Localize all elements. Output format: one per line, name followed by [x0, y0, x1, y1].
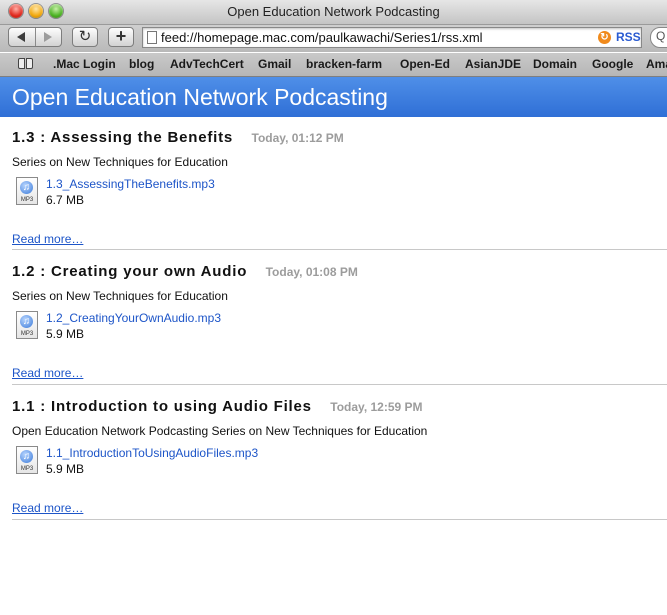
- book-icon[interactable]: [18, 58, 34, 70]
- article-date: Today, 01:08 PM: [265, 265, 358, 279]
- feed-title: Open Education Network Podcasting: [12, 84, 388, 110]
- bookmark-item[interactable]: .Mac Login: [53, 57, 116, 71]
- article-description: Series on New Techniques for Education: [12, 289, 228, 303]
- enclosure: ♫ MP3 1.3_AssessingTheBenefits.mp3 6.7 MB: [16, 177, 416, 211]
- article-title[interactable]: 1.1 : Introduction to using Audio Files: [12, 398, 312, 415]
- add-bookmark-button[interactable]: +: [108, 27, 134, 47]
- plus-icon: +: [115, 26, 127, 46]
- enclosure: ♫ MP3 1.1_IntroductionToUsingAudioFiles.m…: [16, 446, 416, 480]
- reload-icon: ↻: [78, 28, 92, 45]
- mp3-file-icon[interactable]: ♫ MP3: [16, 311, 38, 339]
- browser-toolbar: ↻ + feed://homepage.mac.com/paulkawachi/…: [0, 25, 667, 52]
- feed-article: 1.1 : Introduction to using Audio Files …: [12, 398, 667, 518]
- address-text: feed://homepage.mac.com/paulkawachi/Seri…: [161, 30, 483, 45]
- page-icon: [147, 31, 157, 44]
- mp3-file-icon[interactable]: ♫ MP3: [16, 177, 38, 205]
- address-field[interactable]: feed://homepage.mac.com/paulkawachi/Seri…: [142, 27, 642, 48]
- bookmark-item[interactable]: Gmail: [258, 57, 291, 71]
- enclosure-link[interactable]: 1.2_CreatingYourOwnAudio.mp3: [46, 311, 221, 325]
- article-divider: [12, 249, 667, 250]
- window-titlebar: Open Education Network Podcasting: [0, 0, 667, 25]
- divider: [35, 28, 36, 46]
- read-more-link[interactable]: Read more…: [12, 501, 83, 515]
- article-description: Series on New Techniques for Education: [12, 155, 228, 169]
- window-title: Open Education Network Podcasting: [227, 4, 440, 19]
- reload-button[interactable]: ↻: [72, 27, 98, 47]
- bookmark-item[interactable]: Ama: [646, 57, 667, 71]
- article-date: Today, 01:12 PM: [251, 131, 344, 145]
- enclosure-link[interactable]: 1.1_IntroductionToUsingAudioFiles.mp3: [46, 446, 258, 460]
- bookmark-item[interactable]: AdvTechCert: [170, 57, 244, 71]
- article-date: Today, 12:59 PM: [330, 400, 423, 414]
- enclosure-link[interactable]: 1.3_AssessingTheBenefits.mp3: [46, 177, 215, 191]
- read-more-link[interactable]: Read more…: [12, 232, 83, 246]
- enclosure: ♫ MP3 1.2_CreatingYourOwnAudio.mp3 5.9 MB: [16, 311, 416, 345]
- bookmark-item[interactable]: Open-Ed: [400, 57, 450, 71]
- forward-arrow-icon[interactable]: [44, 32, 52, 42]
- refresh-rss-icon[interactable]: ↻: [598, 31, 611, 44]
- bookmark-item[interactable]: Google: [592, 57, 633, 71]
- feed-article: 1.2 : Creating your own Audio Today, 01:…: [12, 263, 667, 383]
- back-forward-buttons: [8, 27, 62, 47]
- bookmark-item[interactable]: bracken-farm: [306, 57, 382, 71]
- feed-banner: Open Education Network Podcasting: [0, 77, 667, 117]
- feed-content: 1.3 : Assessing the Benefits Today, 01:1…: [0, 118, 667, 615]
- feed-article: 1.3 : Assessing the Benefits Today, 01:1…: [12, 129, 667, 249]
- enclosure-size: 5.9 MB: [46, 327, 85, 341]
- article-divider: [12, 519, 667, 520]
- bookmark-item[interactable]: Domain: [533, 57, 577, 71]
- enclosure-size: 6.7 MB: [46, 193, 85, 207]
- rss-button[interactable]: RSS: [616, 30, 641, 44]
- search-field[interactable]: Q: [650, 27, 667, 48]
- mp3-file-icon[interactable]: ♫ MP3: [16, 446, 38, 474]
- article-description: Open Education Network Podcasting Series…: [12, 424, 428, 438]
- back-arrow-icon[interactable]: [17, 32, 25, 42]
- bookmarks-bar: .Mac Login blog AdvTechCert Gmail bracke…: [0, 53, 667, 77]
- search-icon: Q: [656, 29, 666, 43]
- article-title[interactable]: 1.3 : Assessing the Benefits: [12, 129, 233, 146]
- bookmark-item[interactable]: AsianJDE: [465, 57, 521, 71]
- article-title[interactable]: 1.2 : Creating your own Audio: [12, 263, 247, 280]
- read-more-link[interactable]: Read more…: [12, 366, 83, 380]
- bookmark-item[interactable]: blog: [129, 57, 154, 71]
- article-divider: [12, 384, 667, 385]
- enclosure-size: 5.9 MB: [46, 462, 85, 476]
